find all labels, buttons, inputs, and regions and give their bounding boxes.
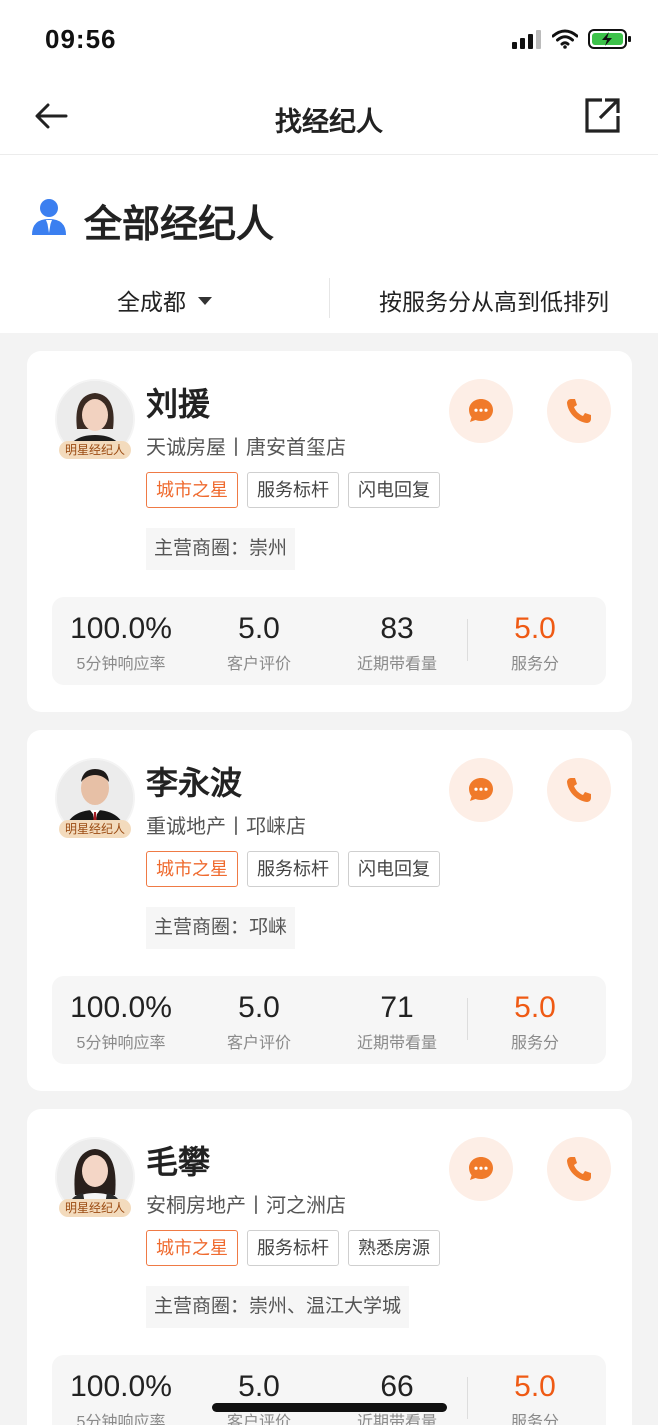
business-area: 主营商圈：崇州、温江大学城 — [146, 1286, 410, 1328]
battery-charging-icon — [588, 29, 631, 49]
stat-service-score: 5.0 服务分 — [466, 1369, 604, 1425]
avatar-container[interactable]: 明星经纪人 — [55, 379, 135, 459]
business-area: 主营商圈：邛崃 — [146, 907, 296, 949]
chat-bubble-icon — [469, 1157, 493, 1180]
phone-icon — [567, 399, 591, 423]
tag: 服务标杆 — [247, 851, 339, 887]
avatar-container[interactable]: 明星经纪人 — [55, 758, 135, 838]
tag: 熟悉房源 — [348, 1230, 440, 1266]
stat-service-score: 5.0 服务分 — [466, 990, 604, 1053]
status-bar: 09:56 — [0, 0, 658, 80]
agent-card[interactable]: 明星经纪人 李永波 重诚地产丨邛崃店 城市之星 服务标杆 闪电回复 主营商圈：邛… — [27, 730, 632, 1091]
stat-customer-rating: 5.0 客户评价 — [190, 1369, 328, 1425]
stat-label: 客户评价 — [226, 656, 291, 673]
stat-service-score: 5.0 服务分 — [466, 611, 604, 674]
stat-label: 5分钟响应率 — [76, 1414, 166, 1425]
call-button[interactable] — [547, 1137, 611, 1201]
star-agent-badge: 明星经纪人 — [59, 820, 131, 838]
agent-name: 毛攀 — [146, 1144, 211, 1180]
phone-icon — [567, 1157, 591, 1181]
avatar-container[interactable]: 明星经纪人 — [55, 1137, 135, 1217]
agent-stats: 100.0% 5分钟响应率 5.0 客户评价 71 近期带看量 5.0 服务分 — [52, 976, 606, 1064]
stat-value: 5.0 — [238, 991, 280, 1024]
stat-label: 服务分 — [510, 656, 559, 673]
agent-company: 重诚地产丨邛崃店 — [146, 816, 306, 838]
stat-value: 5.0 — [514, 991, 556, 1024]
stat-label: 近期带看量 — [356, 656, 437, 673]
stat-response-rate: 100.0% 5分钟响应率 — [52, 990, 190, 1053]
city-filter-label: 全成都 — [117, 289, 186, 315]
agent-name: 李永波 — [146, 765, 243, 801]
agent-company: 天诚房屋丨唐安首玺店 — [146, 437, 346, 459]
tag: 服务标杆 — [247, 472, 339, 508]
share-icon[interactable] — [582, 96, 622, 136]
stat-value: 5.0 — [514, 1370, 556, 1403]
chat-button[interactable] — [449, 379, 513, 443]
agent-tags: 城市之星 服务标杆 闪电回复 — [146, 472, 440, 508]
stat-label: 服务分 — [510, 1035, 559, 1052]
tag: 闪电回复 — [348, 851, 440, 887]
call-button[interactable] — [547, 379, 611, 443]
agent-stats: 100.0% 5分钟响应率 5.0 客户评价 66 近期带看量 5.0 服务分 — [52, 1355, 606, 1425]
agent-icon — [32, 199, 66, 235]
stat-value: 83 — [380, 612, 414, 645]
signal-icon — [512, 30, 541, 49]
stat-value: 5.0 — [514, 612, 556, 645]
sort-filter[interactable]: 按服务分从高到低排列 — [330, 283, 658, 317]
status-icons — [512, 28, 632, 50]
tag: 城市之星 — [146, 472, 238, 508]
tag: 闪电回复 — [348, 472, 440, 508]
stat-label: 服务分 — [510, 1414, 559, 1425]
stat-recent-showings: 71 近期带看量 — [328, 990, 466, 1053]
nav-bar: 找经纪人 — [0, 80, 658, 155]
stat-value: 71 — [380, 991, 414, 1024]
stat-recent-showings: 83 近期带看量 — [328, 611, 466, 674]
stat-recent-showings: 66 近期带看量 — [328, 1369, 466, 1425]
stat-label: 近期带看量 — [356, 1035, 437, 1052]
stat-response-rate: 100.0% 5分钟响应率 — [52, 1369, 190, 1425]
business-area: 主营商圈：崇州 — [146, 528, 296, 570]
page-title: 找经纪人 — [275, 107, 383, 137]
stat-response-rate: 100.0% 5分钟响应率 — [52, 611, 190, 674]
agent-card[interactable]: 明星经纪人 毛攀 安桐房地产丨河之洲店 城市之星 服务标杆 熟悉房源 主营商圈：… — [27, 1109, 632, 1425]
home-indicator[interactable] — [212, 1403, 447, 1412]
city-filter-dropdown[interactable]: 全成都 — [0, 283, 329, 317]
agent-stats: 100.0% 5分钟响应率 5.0 客户评价 83 近期带看量 5.0 服务分 — [52, 597, 606, 685]
call-button[interactable] — [547, 758, 611, 822]
section-title: 全部经纪人 — [84, 204, 275, 246]
list-header: 全部经纪人 全成都 按服务分从高到低排列 — [0, 155, 658, 333]
agent-tags: 城市之星 服务标杆 熟悉房源 — [146, 1230, 440, 1266]
stat-label: 客户评价 — [226, 1035, 291, 1052]
stat-value: 100.0% — [70, 612, 172, 645]
agent-name: 刘援 — [146, 386, 211, 422]
stat-customer-rating: 5.0 客户评价 — [190, 990, 328, 1053]
chat-bubble-icon — [469, 399, 493, 422]
agent-company: 安桐房地产丨河之洲店 — [146, 1195, 346, 1217]
stat-value: 5.0 — [238, 1370, 280, 1403]
star-agent-badge: 明星经纪人 — [59, 1199, 131, 1217]
chat-bubble-icon — [469, 778, 493, 801]
stat-label: 5分钟响应率 — [76, 656, 166, 673]
agent-tags: 城市之星 服务标杆 闪电回复 — [146, 851, 440, 887]
stat-label: 5分钟响应率 — [76, 1035, 166, 1052]
tag: 城市之星 — [146, 851, 238, 887]
status-time: 09:56 — [45, 24, 117, 54]
agent-card[interactable]: 明星经纪人 刘援 天诚房屋丨唐安首玺店 城市之星 服务标杆 闪电回复 主营商圈：… — [27, 351, 632, 712]
stat-value: 5.0 — [238, 612, 280, 645]
stat-value: 66 — [380, 1370, 414, 1403]
tag: 城市之星 — [146, 1230, 238, 1266]
stat-value: 100.0% — [70, 1370, 172, 1403]
chat-button[interactable] — [449, 1137, 513, 1201]
phone-icon — [567, 778, 591, 802]
chat-button[interactable] — [449, 758, 513, 822]
caret-down-icon — [198, 296, 212, 305]
stat-value: 100.0% — [70, 991, 172, 1024]
stat-customer-rating: 5.0 客户评价 — [190, 611, 328, 674]
star-agent-badge: 明星经纪人 — [59, 441, 131, 459]
tag: 服务标杆 — [247, 1230, 339, 1266]
wifi-icon — [552, 29, 578, 49]
